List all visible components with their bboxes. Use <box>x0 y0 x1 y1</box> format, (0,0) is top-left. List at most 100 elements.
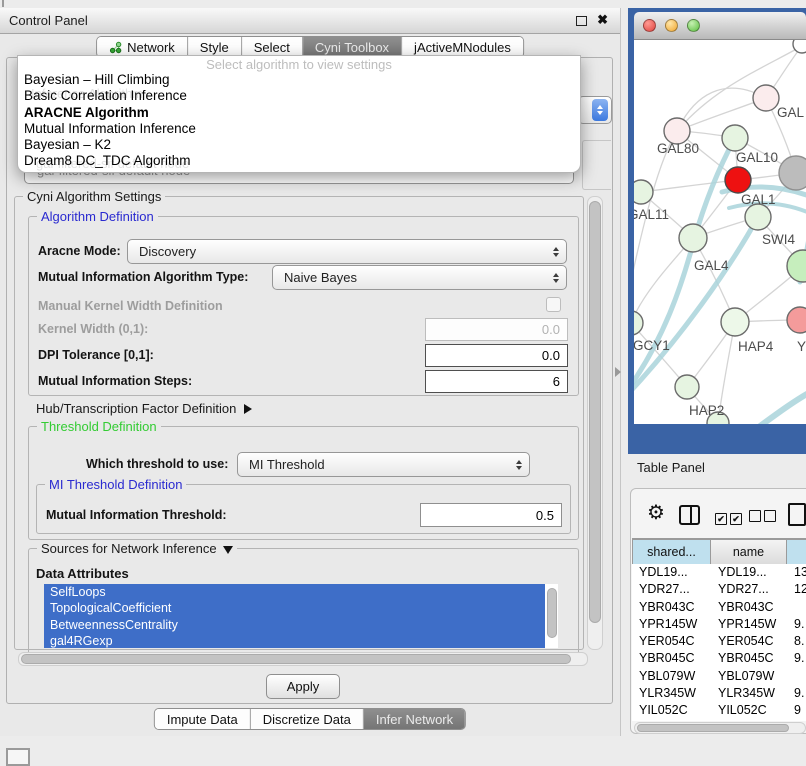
network-node-hap4[interactable] <box>721 308 749 336</box>
tab-infer-network[interactable]: Infer Network <box>363 709 465 729</box>
manual-kernel-checkbox[interactable] <box>546 297 561 312</box>
settings-hscrollbar[interactable] <box>18 652 588 666</box>
table-cell[interactable]: YDR27... <box>711 581 787 598</box>
select-all-checkboxes-icon[interactable]: ✔✔ <box>715 509 745 527</box>
table-row[interactable]: YDR27...YDR27...12 <box>632 581 806 598</box>
table-cell[interactable]: YPR145W <box>632 616 711 633</box>
table-cell[interactable]: YPR145W <box>711 616 787 633</box>
algorithm-option-bayesian-hill-climbing[interactable]: Bayesian – Hill Climbing <box>18 72 580 88</box>
attribute-item-gal4rgexp[interactable]: gal4RGexp <box>44 633 545 648</box>
apply-button[interactable]: Apply <box>266 674 340 699</box>
table-cell[interactable]: 9 <box>787 702 806 719</box>
algorithm-option-mutual-information-inference[interactable]: Mutual Information Inference <box>18 121 580 137</box>
network-node-gal11[interactable] <box>634 180 653 204</box>
network-node[interactable] <box>779 156 806 190</box>
focused-combobox-fragment[interactable] <box>578 96 612 124</box>
floating-icon-fragment[interactable] <box>6 748 30 766</box>
close-traffic-icon[interactable] <box>643 19 656 32</box>
network-node-gal1[interactable] <box>725 167 751 193</box>
column-split-icon[interactable] <box>679 505 700 525</box>
table-cell[interactable]: YBR043C <box>711 599 787 616</box>
attribute-item-selfloops[interactable]: SelfLoops <box>44 584 545 600</box>
column-header-name[interactable]: name <box>711 539 787 565</box>
tab-network[interactable]: Network <box>97 37 187 57</box>
column-header-a[interactable]: A <box>787 539 806 565</box>
which-threshold-combobox[interactable]: MI Threshold <box>237 452 530 477</box>
table-cell[interactable] <box>787 599 806 616</box>
table-cell[interactable]: YBR045C <box>711 650 787 667</box>
column-header-shared-[interactable]: shared... <box>632 539 711 565</box>
table-cell[interactable]: YER054C <box>711 633 787 650</box>
table-row[interactable]: YBR045CYBR045C9. <box>632 650 806 667</box>
table-cell[interactable]: YDL19... <box>632 564 711 581</box>
table-cell[interactable]: 8. <box>787 633 806 650</box>
network-edge[interactable] <box>677 88 766 131</box>
table-cell[interactable]: YER054C <box>632 633 711 650</box>
attribute-item-betweennesscentrality[interactable]: BetweennessCentrality <box>44 617 545 633</box>
minimize-traffic-icon[interactable] <box>665 19 678 32</box>
network-node-gal4[interactable] <box>679 224 707 252</box>
table-cell[interactable]: YIL052C <box>711 702 787 719</box>
table-row[interactable]: YBR043CYBR043C <box>632 599 806 616</box>
data-attributes-list[interactable]: SelfLoopsTopologicalCoefficientBetweenne… <box>44 584 558 648</box>
network-node-gal[interactable] <box>753 85 779 111</box>
network-node-y[interactable] <box>787 307 806 333</box>
table-cell[interactable]: YBR045C <box>632 650 711 667</box>
table-cell[interactable]: YBL079W <box>711 668 787 685</box>
table-row[interactable]: YBL079WYBL079W <box>632 668 806 685</box>
float-window-icon[interactable] <box>576 16 587 26</box>
tab-cyni-toolbox[interactable]: Cyni Toolbox <box>302 37 401 57</box>
table-cell[interactable]: YLR345W <box>711 685 787 702</box>
zoom-traffic-icon[interactable] <box>687 19 700 32</box>
table-row[interactable]: YPR145WYPR145W9. <box>632 616 806 633</box>
mi-threshold-field[interactable]: 0.5 <box>420 503 562 527</box>
aracne-mode-combobox[interactable]: Discovery <box>127 239 567 264</box>
table-row[interactable]: YDL19...YDL19...13 <box>632 564 806 581</box>
mi-steps-field[interactable]: 6 <box>425 370 568 393</box>
network-node[interactable] <box>793 40 806 53</box>
network-node-hap2[interactable] <box>675 375 699 399</box>
table-cell[interactable]: 9. <box>787 685 806 702</box>
settings-scrollbar[interactable] <box>587 196 603 650</box>
mi-type-combobox[interactable]: Naive Bayes <box>272 265 567 290</box>
tab-style[interactable]: Style <box>187 37 241 57</box>
network-node-gal10[interactable] <box>722 125 748 151</box>
tab-jactivemnodules[interactable]: jActiveMNodules <box>401 37 523 57</box>
network-canvas[interactable]: GALGAL80GAL10GAL1GAL11SWI4GAL4GCY1HAP4YH… <box>634 40 806 424</box>
dpi-tolerance-field[interactable]: 0.0 <box>425 344 568 367</box>
deselect-all-checkboxes-icon[interactable] <box>749 509 779 527</box>
new-page-icon[interactable] <box>788 503 806 526</box>
scrollbar-thumb[interactable] <box>21 654 571 664</box>
table-cell[interactable]: 13 <box>787 564 806 581</box>
table-cell[interactable]: YLR345W <box>632 685 711 702</box>
table-row[interactable]: YIL052CYIL052C9 <box>632 702 806 719</box>
network-node-gcy1[interactable] <box>634 311 643 335</box>
table-cell[interactable]: YBR043C <box>632 599 711 616</box>
table-cell[interactable] <box>787 668 806 685</box>
panel-splitter-arrow[interactable] <box>615 367 621 377</box>
network-window-titlebar[interactable] <box>634 12 806 40</box>
table-cell[interactable]: YBL079W <box>632 668 711 685</box>
table-row[interactable]: YER054CYER054C8. <box>632 633 806 650</box>
attribute-item-topologicalcoefficient[interactable]: TopologicalCoefficient <box>44 600 545 616</box>
network-node[interactable] <box>745 204 771 230</box>
table-row[interactable]: YLR345WYLR345W9. <box>632 685 806 702</box>
kernel-width-field[interactable]: 0.0 <box>425 318 568 341</box>
table-cell[interactable]: YIL052C <box>632 702 711 719</box>
list-scrollbar-thumb[interactable] <box>547 588 557 638</box>
sources-collapser[interactable]: Sources for Network Inference <box>37 541 237 556</box>
tab-select[interactable]: Select <box>241 37 302 57</box>
scrollbar-thumb[interactable] <box>637 724 789 732</box>
tab-discretize-data[interactable]: Discretize Data <box>250 709 363 729</box>
table-hscrollbar[interactable] <box>634 722 806 734</box>
tab-impute-data[interactable]: Impute Data <box>155 709 250 729</box>
algorithm-option-aracne-algorithm[interactable]: ARACNE Algorithm <box>18 105 580 121</box>
algorithm-option-bayesian-k2[interactable]: Bayesian – K2 <box>18 137 580 153</box>
algorithm-option-basic-correlation-inference[interactable]: Basic Correlation Inference <box>18 88 580 104</box>
table-cell[interactable]: YDR27... <box>632 581 711 598</box>
close-panel-icon[interactable]: ✖ <box>597 12 608 28</box>
table-cell[interactable]: 9. <box>787 650 806 667</box>
table-cell[interactable]: 9. <box>787 616 806 633</box>
scrollbar-thumb[interactable] <box>589 201 601 623</box>
table-cell[interactable]: YDL19... <box>711 564 787 581</box>
